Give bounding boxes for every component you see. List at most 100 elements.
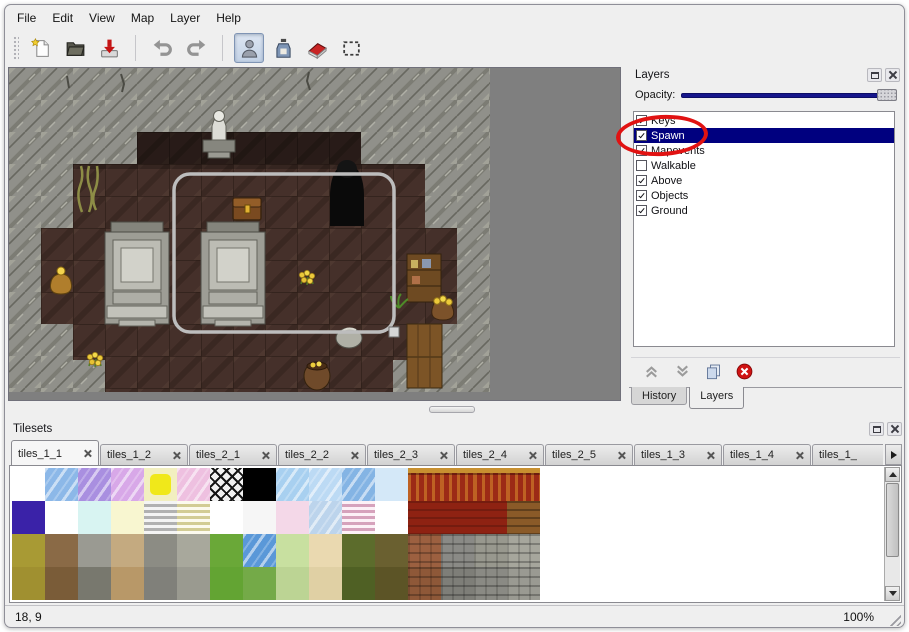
close-tab-icon[interactable] <box>796 451 804 459</box>
tile-3-14[interactable] <box>474 567 507 600</box>
tile-2-3[interactable] <box>111 534 144 567</box>
save-file-button[interactable] <box>94 33 124 63</box>
tile-1-5[interactable] <box>177 501 210 534</box>
close-tab-icon[interactable] <box>351 451 359 459</box>
close-tab-icon[interactable] <box>529 451 537 459</box>
scroll-up-button[interactable] <box>885 467 900 482</box>
tile-2-8[interactable] <box>276 534 309 567</box>
layer-visibility-checkbox[interactable] <box>636 145 647 156</box>
scroll-tabs-right-button[interactable] <box>885 444 902 465</box>
tile-2-14[interactable] <box>474 534 507 567</box>
tile-3-1[interactable] <box>45 567 78 600</box>
tile-2-7[interactable] <box>243 534 276 567</box>
tile-3-12[interactable] <box>408 567 441 600</box>
tile-3-15[interactable] <box>507 567 540 600</box>
menu-help[interactable]: Help <box>208 8 249 28</box>
menu-file[interactable]: File <box>9 8 44 28</box>
tile-0-8[interactable] <box>276 468 309 501</box>
new-file-button[interactable] <box>26 33 56 63</box>
tile-3-11[interactable] <box>375 567 408 600</box>
tile-3-4[interactable] <box>144 567 177 600</box>
tile-2-9[interactable] <box>309 534 342 567</box>
tile-0-10[interactable] <box>342 468 375 501</box>
move-layer-down-button[interactable] <box>670 361 694 383</box>
layer-row-walkable[interactable]: Walkable <box>634 158 894 173</box>
tileset-tab-tiles_2_3[interactable]: tiles_2_3 <box>367 444 455 465</box>
tileset-tab-tiles_2_5[interactable]: tiles_2_5 <box>545 444 633 465</box>
tile-0-9[interactable] <box>309 468 342 501</box>
tileset-tab-tiles_1_4[interactable]: tiles_1_4 <box>723 444 811 465</box>
move-layer-up-button[interactable] <box>639 361 663 383</box>
menu-map[interactable]: Map <box>123 8 162 28</box>
tile-1-9[interactable] <box>309 501 342 534</box>
opacity-slider-handle[interactable] <box>877 89 897 101</box>
tile-2-15[interactable] <box>507 534 540 567</box>
tileset-tab-tiles_1_2[interactable]: tiles_1_2 <box>100 444 188 465</box>
tile-2-6[interactable] <box>210 534 243 567</box>
eraser-tool-button[interactable] <box>302 33 332 63</box>
scrollbar-thumb[interactable] <box>886 483 899 557</box>
tab-layers[interactable]: Layers <box>689 387 744 409</box>
layer-row-ground[interactable]: Ground <box>634 203 894 218</box>
menu-edit[interactable]: Edit <box>44 8 81 28</box>
tile-1-12[interactable] <box>408 501 441 534</box>
tile-3-9[interactable] <box>309 567 342 600</box>
opacity-slider-track[interactable] <box>681 93 895 98</box>
tile-1-14[interactable] <box>474 501 507 534</box>
tile-3-2[interactable] <box>78 567 111 600</box>
tile-0-14[interactable] <box>474 468 507 501</box>
tileset-tab-tiles_2_4[interactable]: tiles_2_4 <box>456 444 544 465</box>
tile-1-15[interactable] <box>507 501 540 534</box>
layer-row-spawn[interactable]: Spawn <box>634 128 894 143</box>
tile-0-4[interactable] <box>144 468 177 501</box>
tile-1-6[interactable] <box>210 501 243 534</box>
tile-1-11[interactable] <box>375 501 408 534</box>
scroll-down-button[interactable] <box>885 586 900 601</box>
tile-2-0[interactable] <box>12 534 45 567</box>
tile-0-12[interactable] <box>408 468 441 501</box>
tile-1-4[interactable] <box>144 501 177 534</box>
tile-1-10[interactable] <box>342 501 375 534</box>
close-tab-icon[interactable] <box>84 450 92 458</box>
layer-visibility-checkbox[interactable] <box>636 160 647 171</box>
tile-3-6[interactable] <box>210 567 243 600</box>
undock-tilesets-button[interactable] <box>869 422 884 436</box>
spawn-tool-button[interactable] <box>234 33 264 63</box>
tile-1-1[interactable] <box>45 501 78 534</box>
fill-tool-button[interactable] <box>268 33 298 63</box>
delete-layer-button[interactable] <box>732 361 756 383</box>
tile-3-13[interactable] <box>441 567 474 600</box>
close-tab-icon[interactable] <box>262 451 270 459</box>
close-tab-icon[interactable] <box>707 451 715 459</box>
tile-0-6[interactable] <box>210 468 243 501</box>
close-panel-button[interactable] <box>885 68 900 82</box>
tile-2-1[interactable] <box>45 534 78 567</box>
tile-2-13[interactable] <box>441 534 474 567</box>
undo-button[interactable] <box>147 33 177 63</box>
tile-1-13[interactable] <box>441 501 474 534</box>
tile-0-11[interactable] <box>375 468 408 501</box>
menu-layer[interactable]: Layer <box>162 8 208 28</box>
tile-2-10[interactable] <box>342 534 375 567</box>
tab-history[interactable]: History <box>631 387 687 405</box>
map-view[interactable] <box>8 67 621 401</box>
tile-1-3[interactable] <box>111 501 144 534</box>
tile-0-7[interactable] <box>243 468 276 501</box>
tile-3-3[interactable] <box>111 567 144 600</box>
layer-visibility-checkbox[interactable] <box>636 175 647 186</box>
tile-0-5[interactable] <box>177 468 210 501</box>
undock-panel-button[interactable] <box>867 68 882 82</box>
tileset-tab-tiles_1_[interactable]: tiles_1_ <box>812 444 883 465</box>
tile-2-11[interactable] <box>375 534 408 567</box>
tileset-scrollbar[interactable] <box>884 467 900 601</box>
tile-2-4[interactable] <box>144 534 177 567</box>
tile-1-7[interactable] <box>243 501 276 534</box>
menu-view[interactable]: View <box>81 8 123 28</box>
splitter-handle[interactable] <box>429 406 475 413</box>
layer-visibility-checkbox[interactable] <box>636 205 647 216</box>
tileset-tab-tiles_1_3[interactable]: tiles_1_3 <box>634 444 722 465</box>
tileset-tab-tiles_2_2[interactable]: tiles_2_2 <box>278 444 366 465</box>
tile-3-7[interactable] <box>243 567 276 600</box>
toolbar-grip[interactable] <box>13 36 19 60</box>
tile-3-10[interactable] <box>342 567 375 600</box>
